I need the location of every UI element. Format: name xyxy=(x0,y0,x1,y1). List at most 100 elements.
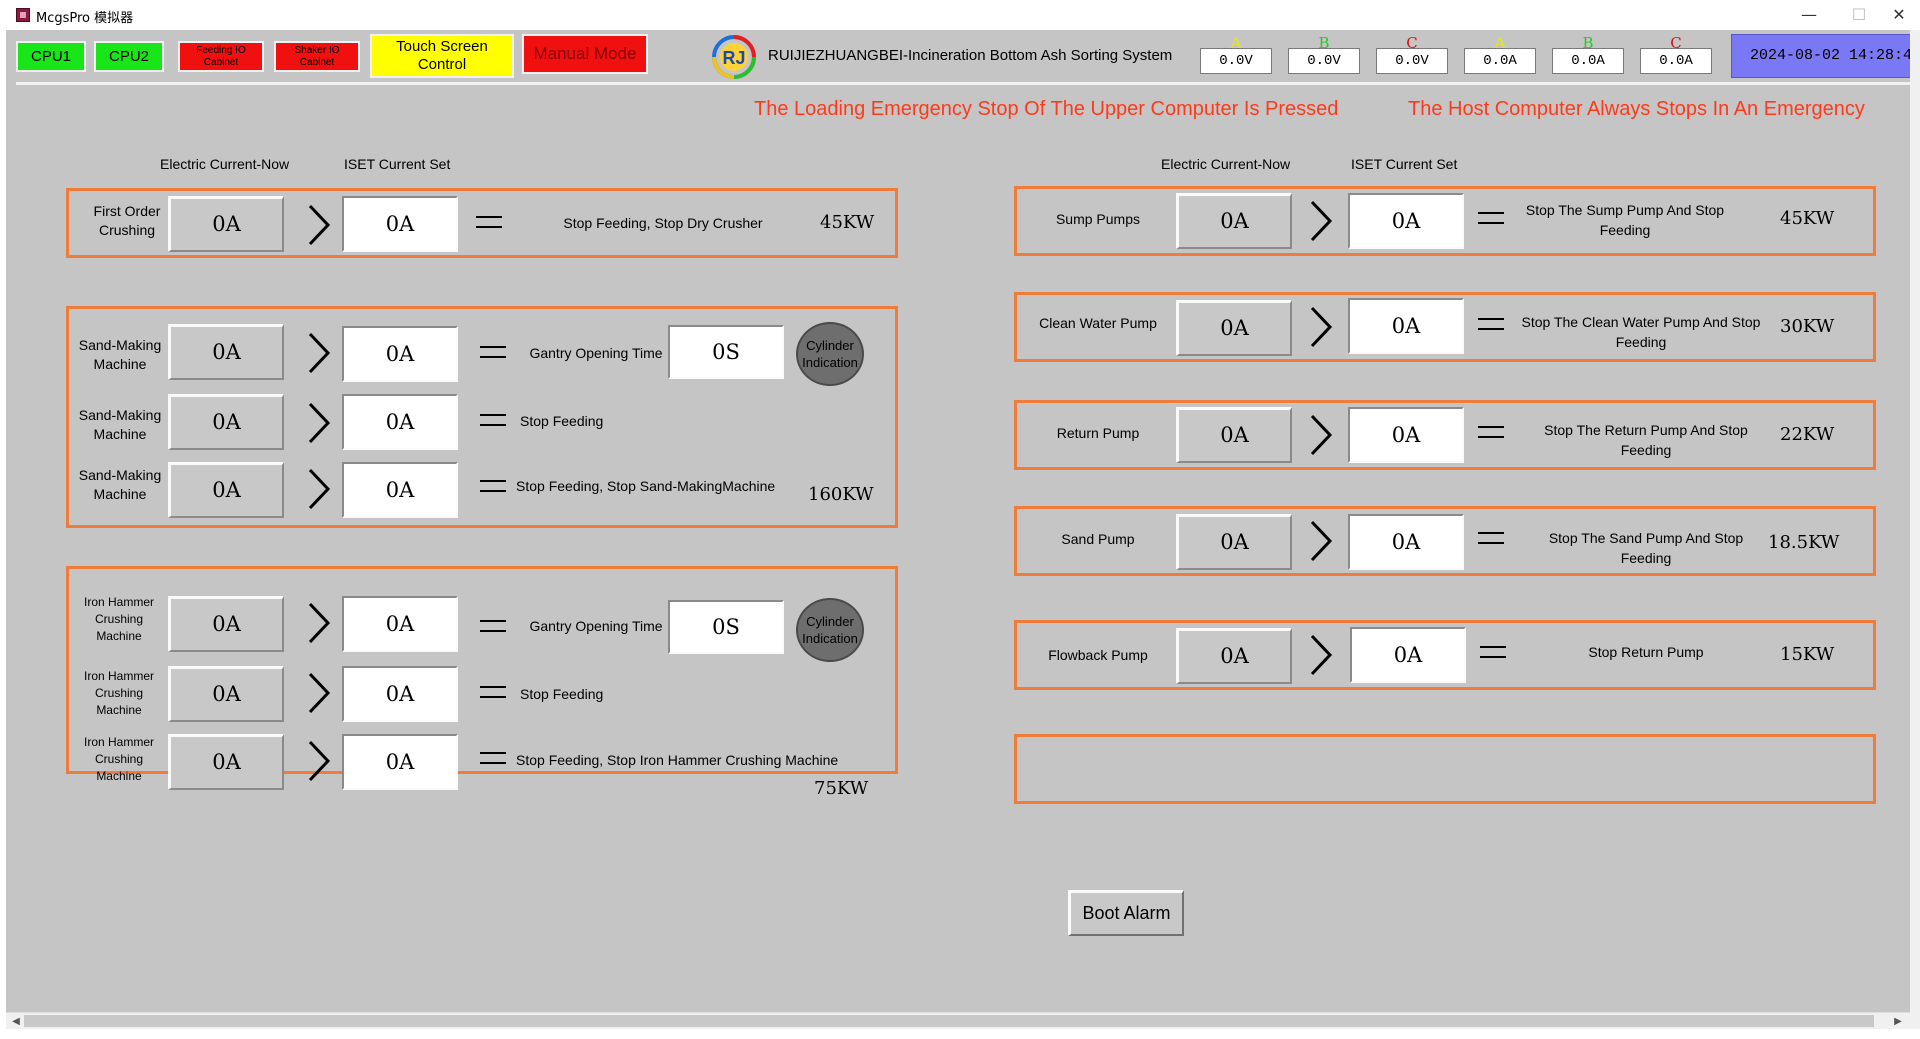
equals-icon xyxy=(480,414,506,426)
company-logo-icon: RJ xyxy=(712,35,756,79)
first-order-current-now: 0A xyxy=(168,196,284,252)
chevron-right-icon xyxy=(308,468,331,510)
header-divider xyxy=(16,82,1910,85)
sand-making-label-2: Sand-Making Machine xyxy=(78,407,162,442)
col-header-iset-right: ISET Current Set xyxy=(1351,156,1458,172)
system-title: RUIJIEZHUANGBEI-Incineration Bottom Ash … xyxy=(768,47,1173,64)
col-header-current-now-left: Electric Current-Now xyxy=(160,156,290,172)
clean-water-pump-iset-input[interactable]: 0A xyxy=(1348,298,1464,354)
touch-screen-control-button[interactable]: Touch Screen Control xyxy=(370,34,514,78)
chevron-right-icon xyxy=(1310,306,1333,348)
flowback-pump-current-now: 0A xyxy=(1176,628,1292,684)
taskbar-strip xyxy=(0,1029,1920,1039)
sand-making-gantry-time-input[interactable]: 0S xyxy=(668,325,784,379)
equals-icon xyxy=(1478,212,1504,224)
iron-hammer-power: 75KW xyxy=(814,778,869,799)
iron-hammer-gantry-time-input[interactable]: 0S xyxy=(668,600,784,654)
scroll-right-icon[interactable]: ▶ xyxy=(1890,1014,1906,1029)
sand-making-action-3: Stop Feeding, Stop Sand-MakingMachine xyxy=(516,478,776,494)
equals-icon xyxy=(476,216,502,228)
close-button[interactable]: ✕ xyxy=(1876,2,1920,28)
return-pump-action: Stop The Return Pump And Stop Feeding xyxy=(1544,422,1748,458)
sand-making-current-now-3: 0A xyxy=(168,462,284,518)
window-titlebar: McgsPro 模拟器 — ☐ ✕ xyxy=(0,0,1920,30)
col-header-current-now-right: Electric Current-Now xyxy=(1161,156,1291,172)
equals-icon xyxy=(480,686,506,698)
horizontal-scrollbar[interactable]: ◀ ▶ xyxy=(6,1012,1910,1029)
alarm-host-estop: The Host Computer Always Stops In An Eme… xyxy=(1408,98,1865,120)
chevron-right-icon xyxy=(308,402,331,444)
equals-icon xyxy=(1478,532,1504,544)
sand-pump-iset-input[interactable]: 0A xyxy=(1348,514,1464,570)
first-order-crushing-label: First Order Crushing xyxy=(93,203,161,238)
sump-pumps-iset-input[interactable]: 0A xyxy=(1348,193,1464,249)
first-order-iset-input[interactable]: 0A xyxy=(342,196,458,252)
flowback-pump-action: Stop Return Pump xyxy=(1588,644,1704,660)
iron-hammer-label-2: Iron Hammer Crushing Machine xyxy=(83,669,154,717)
sand-making-label-3: Sand-Making Machine xyxy=(78,467,162,502)
minimize-button[interactable]: — xyxy=(1786,2,1832,28)
chevron-right-icon xyxy=(308,332,331,374)
empty-group xyxy=(1014,734,1876,804)
sand-making-action-2: Stop Feeding xyxy=(520,413,604,429)
sand-making-iset-input-2[interactable]: 0A xyxy=(342,394,458,450)
cpu2-indicator[interactable]: CPU2 xyxy=(94,41,164,72)
iron-hammer-current-now-1: 0A xyxy=(168,596,284,652)
sand-making-power: 160KW xyxy=(808,484,874,505)
chevron-right-icon xyxy=(308,672,331,714)
shaker-io-cabinet-indicator[interactable]: Shaker IO Cabinet xyxy=(274,41,360,72)
equals-icon xyxy=(480,752,506,764)
iron-hammer-iset-input-1[interactable]: 0A xyxy=(342,596,458,652)
flowback-pump-label: Flowback Pump xyxy=(1048,647,1148,663)
chevron-right-icon xyxy=(1310,414,1333,456)
flowback-pump-iset-input[interactable]: 0A xyxy=(1350,627,1466,683)
meter-voltage-c: 0.0V xyxy=(1376,48,1448,74)
chevron-right-icon xyxy=(308,602,331,644)
sand-making-label-1: Sand-Making Machine xyxy=(78,337,162,372)
sand-making-cylinder-indicator: Cylinder Indication xyxy=(796,322,864,386)
logo-text: RJ xyxy=(722,48,745,68)
manual-mode-button[interactable]: Manual Mode xyxy=(522,34,648,74)
sand-making-current-now-1: 0A xyxy=(168,324,284,380)
iron-hammer-iset-input-3[interactable]: 0A xyxy=(342,734,458,790)
return-pump-iset-input[interactable]: 0A xyxy=(1348,407,1464,463)
equals-icon xyxy=(1478,426,1504,438)
scroll-thumb[interactable] xyxy=(24,1015,1874,1027)
sand-making-current-now-2: 0A xyxy=(168,394,284,450)
meter-current-a: 0.0A xyxy=(1464,48,1536,74)
return-pump-label: Return Pump xyxy=(1056,425,1140,441)
first-order-action: Stop Feeding, Stop Dry Crusher xyxy=(563,215,763,231)
equals-icon xyxy=(1480,646,1506,658)
iron-hammer-action-2: Stop Feeding xyxy=(520,686,604,702)
iron-hammer-cylinder-indicator: Cylinder Indication xyxy=(796,598,864,662)
sand-pump-label: Sand Pump xyxy=(1061,531,1135,547)
clean-water-pump-current-now: 0A xyxy=(1176,300,1292,356)
header-bar: CPU1 CPU2 Feeding IO Cabinet Shaker IO C… xyxy=(6,30,1910,82)
sand-making-iset-input-1[interactable]: 0A xyxy=(342,326,458,382)
hmi-screen: CPU1 CPU2 Feeding IO Cabinet Shaker IO C… xyxy=(6,30,1910,1030)
scroll-left-icon[interactable]: ◀ xyxy=(8,1014,24,1029)
meter-current-c: 0.0A xyxy=(1640,48,1712,74)
iron-hammer-label-1: Iron Hammer Crushing Machine xyxy=(83,595,154,643)
col-header-iset-left: ISET Current Set xyxy=(344,156,451,172)
clean-water-pump-power: 30KW xyxy=(1780,316,1835,337)
boot-alarm-button[interactable]: Boot Alarm xyxy=(1068,890,1184,936)
chevron-right-icon xyxy=(1310,634,1333,676)
sand-making-iset-input-3[interactable]: 0A xyxy=(342,462,458,518)
iron-hammer-action-1: Gantry Opening Time xyxy=(529,618,663,634)
iron-hammer-current-now-3: 0A xyxy=(168,734,284,790)
feeding-io-cabinet-indicator[interactable]: Feeding IO Cabinet xyxy=(178,41,264,72)
sump-pumps-current-now: 0A xyxy=(1176,193,1292,249)
vertical-scrollbar[interactable] xyxy=(1910,30,1920,1030)
window-title: McgsPro 模拟器 xyxy=(36,11,134,26)
cpu1-indicator[interactable]: CPU1 xyxy=(16,41,86,72)
iron-hammer-iset-input-2[interactable]: 0A xyxy=(342,666,458,722)
sand-pump-action: Stop The Sand Pump And Stop Feeding xyxy=(1548,530,1744,566)
sand-pump-current-now: 0A xyxy=(1176,514,1292,570)
chevron-right-icon xyxy=(308,204,331,246)
iron-hammer-label-3: Iron Hammer Crushing Machine xyxy=(83,735,154,783)
chevron-right-icon xyxy=(1310,520,1333,562)
datetime-display: 2024-08-02 14:28:43 xyxy=(1731,34,1910,78)
clean-water-pump-label: Clean Water Pump xyxy=(1039,315,1157,331)
clean-water-pump-action: Stop The Clean Water Pump And Stop Feedi… xyxy=(1521,314,1761,350)
